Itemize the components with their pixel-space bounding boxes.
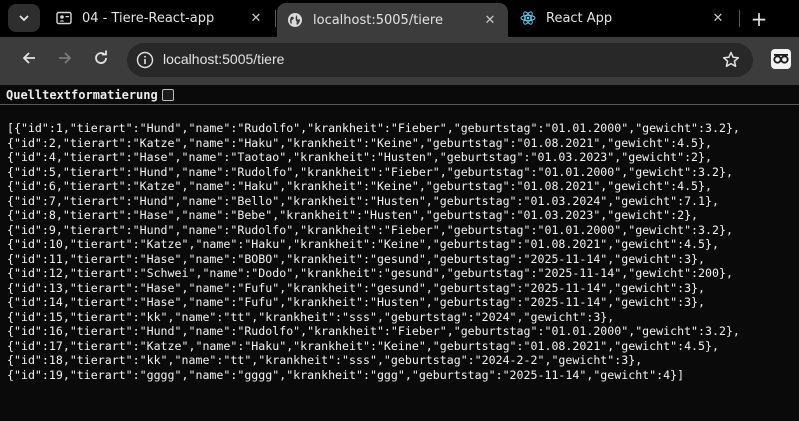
json-line: {"id":17,"tierart":"Katze","name":"Haku"… — [7, 338, 719, 353]
arrow-left-icon — [21, 50, 37, 70]
json-text: [{"id":1,"tierart":"Hund","name":"Rudolf… — [7, 121, 740, 382]
tab-title: localhost:5005/tiere — [313, 12, 443, 28]
json-line: {"id":19,"tierart":"gggg","name":"gggg",… — [7, 367, 685, 382]
tab-localhost-tiere[interactable]: localhost:5005/tiere ✕ — [277, 3, 508, 37]
react-icon — [520, 10, 536, 26]
globe-icon — [287, 12, 303, 28]
json-line: {"id":9,"tierart":"Hund","name":"Rudolfo… — [7, 222, 733, 237]
json-line: {"id":15,"tierart":"kk","name":"tt","kra… — [7, 309, 615, 324]
json-line: {"id":10,"tierart":"Katze","name":"Haku"… — [7, 237, 719, 251]
pretty-print-toggle[interactable]: Quelltextformatierung — [6, 88, 174, 102]
json-line: {"id":11,"tierart":"Hase","name":"BOBO",… — [7, 251, 706, 266]
json-response: [{"id":1,"tierart":"Hund","name":"Rudolf… — [0, 105, 799, 421]
json-line: {"id":14,"tierart":"Hase","name":"Fufu",… — [7, 295, 706, 309]
json-line: {"id":13,"tierart":"Hase","name":"Fufu",… — [7, 280, 706, 295]
tab-separator — [739, 10, 740, 27]
json-line: {"id":5,"tierart":"Hund","name":"Rudolfo… — [7, 164, 733, 179]
page-content: Quelltextformatierung [{"id":1,"tierart"… — [0, 85, 799, 421]
json-line: [{"id":1,"tierart":"Hund","name":"Rudolf… — [7, 121, 740, 135]
json-line: {"id":16,"tierart":"Hund","name":"Rudolf… — [7, 324, 740, 338]
reload-button[interactable] — [89, 48, 113, 72]
site-info-icon[interactable] — [136, 51, 154, 69]
toolbar: localhost:5005/tiere — [0, 37, 799, 85]
forward-button[interactable] — [53, 48, 77, 72]
tab-react-app[interactable]: React App ✕ — [510, 3, 736, 33]
pretty-print-label: Quelltextformatierung — [6, 88, 158, 102]
tab-search-button[interactable] — [8, 4, 40, 32]
profile-icon — [56, 10, 72, 26]
pretty-print-checkbox[interactable] — [161, 89, 174, 101]
tab-title: React App — [546, 10, 613, 26]
address-bar[interactable]: localhost:5005/tiere — [127, 43, 753, 77]
json-line: {"id":6,"tierart":"Katze","name":"Haku",… — [7, 179, 712, 193]
json-line: {"id":7,"tierart":"Hund","name":"Bello",… — [7, 193, 719, 208]
tab-tiere-react-app[interactable]: 04 - Tiere-React-app ✕ — [46, 3, 274, 33]
tab-strip: 04 - Tiere-React-app ✕ localhost:5005/ti… — [0, 0, 799, 37]
extension-icon[interactable] — [770, 48, 792, 70]
tab-separator — [275, 10, 276, 27]
arrow-right-icon — [57, 50, 73, 70]
url-text[interactable]: localhost:5005/tiere — [163, 51, 284, 67]
json-line: {"id":12,"tierart":"Schwei","name":"Dodo… — [7, 266, 733, 280]
bookmark-star-icon[interactable] — [721, 50, 741, 70]
reload-icon — [93, 50, 109, 70]
back-button[interactable] — [17, 48, 41, 72]
json-line: {"id":4,"tierart":"Hase","name":"Taotao"… — [7, 150, 712, 164]
json-line: {"id":2,"tierart":"Katze","name":"Haku",… — [7, 135, 712, 150]
close-icon[interactable]: ✕ — [482, 12, 498, 28]
new-tab-button[interactable]: + — [746, 6, 772, 32]
plus-icon: + — [750, 7, 768, 31]
json-line: {"id":18,"tierart":"kk","name":"tt","kra… — [7, 353, 643, 367]
chevron-down-icon — [18, 9, 30, 28]
close-icon[interactable]: ✕ — [248, 10, 264, 26]
close-icon[interactable]: ✕ — [710, 10, 726, 26]
json-line: {"id":8,"tierart":"Hase","name":"Bebe","… — [7, 208, 699, 222]
tab-title: 04 - Tiere-React-app — [82, 10, 215, 26]
